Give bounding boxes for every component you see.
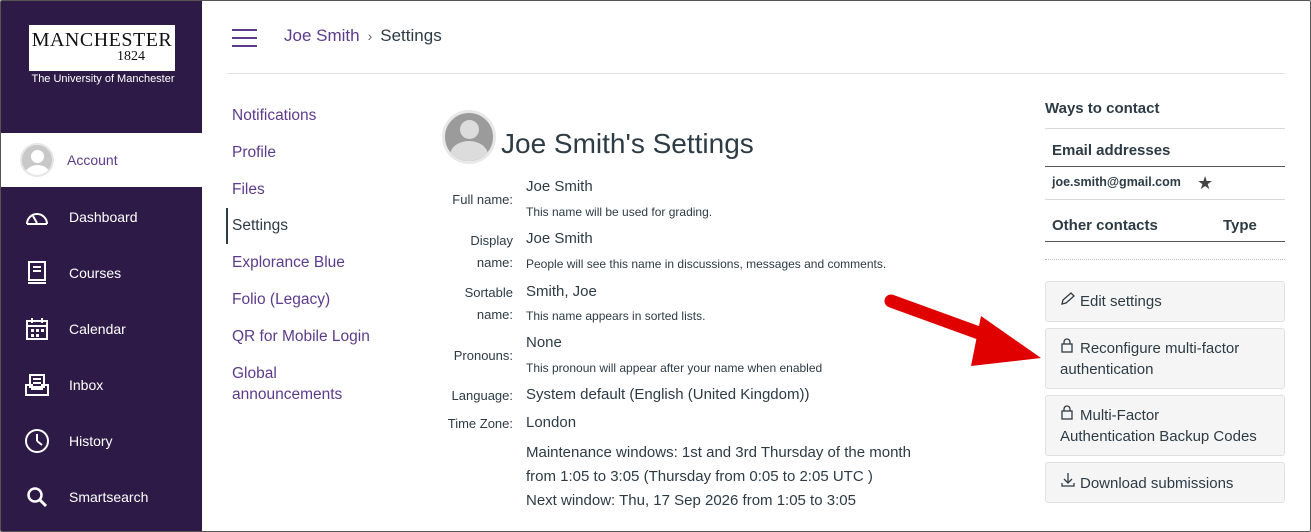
breadcrumb-current: Settings [380,26,442,45]
annotation-arrow-icon [884,294,1041,366]
mfa-backup-codes-button[interactable]: Multi-Factor Authentication Backup Codes [1045,395,1285,456]
section-nav-folio[interactable]: Folio (Legacy) [232,289,330,310]
global-nav: MANCHESTER 1824 The University of Manche… [1,1,202,531]
language-label: Language: [451,388,513,403]
pronouns-label: Pronouns: [453,348,513,363]
nav-item-calendar[interactable]: Calendar [1,302,202,356]
search-icon [24,484,50,510]
mfa-backup-label-1: Multi-Factor [1080,407,1160,424]
inbox-icon [24,372,50,398]
display-name-label-2: name: [476,255,513,270]
time-zone-label: Time Zone: [447,416,513,431]
nav-item-label: Calendar [69,321,126,337]
email-addresses-header: Email addresses [1052,142,1171,159]
other-contacts-divider [1045,241,1285,242]
courses-icon [24,260,50,286]
section-nav-explorance-blue[interactable]: Explorance Blue [232,252,345,273]
maintenance-line-3: Next window: Thu, 17 Sep 2026 from 1:05 … [526,492,856,509]
download-submissions-label: Download submissions [1080,475,1234,492]
nav-item-account[interactable]: Account [1,133,202,187]
calendar-icon [24,316,50,342]
hamburger-icon-bar [232,37,257,39]
maintenance-line-2: from 1:05 to 3:05 (Thursday from 0:05 to… [526,468,873,485]
hamburger-icon [232,29,257,31]
download-icon [1060,472,1076,494]
edit-settings-label: Edit settings [1080,293,1162,310]
display-name-label-1: Display [470,233,513,248]
section-nav-global-announcements[interactable]: Global announcements [232,363,382,405]
hamburger-icon-bar [232,45,257,47]
nav-item-label: History [69,433,113,449]
page-title: Joe Smith's Settings [501,128,754,159]
header-divider [227,73,1285,74]
maintenance-windows: Maintenance windows: 1st and 3rd Thursda… [526,441,956,513]
reconfigure-mfa-label-2: authentication [1060,361,1154,378]
type-header: Type [1223,217,1257,234]
logo-year: 1824 [117,49,145,64]
sidebar-divider [1045,128,1285,129]
sortable-name-hint: This name appears in sorted lists. [526,309,706,323]
reconfigure-mfa-label-1: Reconfigure multi-factor [1080,340,1240,357]
time-zone-value: London [526,414,577,431]
section-nav-qr-login[interactable]: QR for Mobile Login [232,326,370,347]
edit-settings-button[interactable]: Edit settings [1045,281,1285,322]
full-name-hint: This name will be used for grading. [526,205,713,219]
display-name-value: Joe Smith [526,230,593,247]
reconfigure-mfa-button[interactable]: Reconfigure multi-factor authentication [1045,328,1285,389]
full-name-value: Joe Smith [526,178,593,195]
pronouns-hint: This pronoun will appear after your name… [526,361,823,375]
nav-item-label: Inbox [69,377,104,393]
pronouns-value: None [526,334,562,351]
breadcrumb-user-link[interactable]: Joe Smith [284,26,360,45]
nav-item-label: Courses [69,265,122,281]
breadcrumb-separator: › [367,28,373,44]
dashboard-icon [24,204,50,230]
display-name-hint: People will see this name in discussions… [526,257,887,271]
avatar [20,143,54,177]
pencil-icon [1060,291,1076,312]
sortable-name-label-1: Sortable [464,285,513,300]
sortable-name-value: Smith, Joe [526,283,597,300]
nav-item-smartsearch[interactable]: Smartsearch [1,470,202,524]
lock-icon [1060,338,1076,359]
section-nav-active-indicator [226,208,228,244]
dotted-divider [1045,259,1285,260]
sortable-name-label-2: name: [476,307,513,322]
history-icon [24,428,50,454]
logo-wordmark: MANCHESTER [31,29,173,51]
menu-toggle-button[interactable] [232,29,257,47]
email-address[interactable]: joe.smith@gmail.com [1052,175,1181,189]
mfa-backup-label-2: Authentication Backup Codes [1060,428,1257,445]
full-name-label: Full name: [452,192,513,207]
nav-item-history[interactable]: History [1,414,202,468]
section-nav-profile[interactable]: Profile [232,142,276,163]
nav-item-inbox[interactable]: Inbox [1,358,202,412]
nav-item-label: Smartsearch [69,489,149,505]
email-row-divider [1045,199,1285,200]
nav-item-dashboard[interactable]: Dashboard [1,190,202,244]
logo-subtitle: The University of Manchester [31,73,175,85]
ways-to-contact-heading: Ways to contact [1045,100,1160,117]
page-frame: MANCHESTER 1824 The University of Manche… [0,0,1311,532]
other-contacts-header: Other contacts [1052,217,1158,234]
language-value: System default (English (United Kingdom)… [526,386,810,403]
section-nav-notifications[interactable]: Notifications [232,105,316,126]
email-header-divider [1045,166,1285,167]
section-nav-files[interactable]: Files [232,179,265,200]
breadcrumb: Joe Smith › Settings [284,26,442,46]
section-nav-settings[interactable]: Settings [232,215,288,236]
nav-item-label: Account [67,152,118,168]
download-submissions-button[interactable]: Download submissions [1045,462,1285,503]
star-icon[interactable]: ★ [1197,173,1213,194]
nav-item-courses[interactable]: Courses [1,246,202,300]
maintenance-line-1: Maintenance windows: 1st and 3rd Thursda… [526,444,911,461]
nav-item-label: Dashboard [69,209,138,225]
profile-avatar[interactable] [442,110,496,164]
lock-icon [1060,405,1076,426]
university-logo[interactable]: MANCHESTER 1824 [29,25,175,71]
